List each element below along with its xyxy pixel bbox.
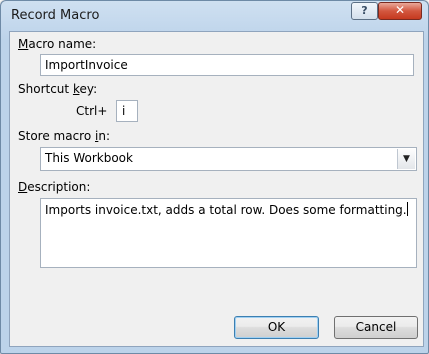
shortcut-key-label: Shortcut key: [18,82,98,96]
macro-name-input[interactable]: ImportInvoice [40,54,414,76]
text-caret [406,202,408,216]
dialog-body: Macro name: ImportInvoice Shortcut key: … [9,31,424,347]
ctrl-prefix-label: Ctrl+ [76,104,108,118]
close-icon: ✕ [394,3,406,17]
description-text: Imports invoice.txt, adds a total row. D… [45,203,407,217]
store-macro-value: This Workbook [45,151,133,165]
ok-button[interactable]: OK [234,316,319,339]
title-bar[interactable]: Record Macro ? ✕ [1,1,428,31]
macro-name-label: Macro name: [18,37,97,51]
description-label: Description: [18,180,91,194]
shortcut-key-input[interactable]: i [116,100,138,122]
store-macro-label: Store macro in: [18,129,110,143]
cancel-button[interactable]: Cancel [334,316,418,339]
help-icon: ? [361,4,368,17]
close-button[interactable]: ✕ [378,2,422,20]
chevron-down-icon[interactable]: ▼ [397,149,415,169]
description-textarea[interactable]: Imports invoice.txt, adds a total row. D… [40,198,417,268]
store-macro-select[interactable]: This Workbook ▼ [40,147,417,171]
help-button[interactable]: ? [351,2,378,20]
record-macro-dialog: Record Macro ? ✕ Macro name: ImportInvoi… [0,0,429,354]
dialog-title: Record Macro [11,8,100,23]
